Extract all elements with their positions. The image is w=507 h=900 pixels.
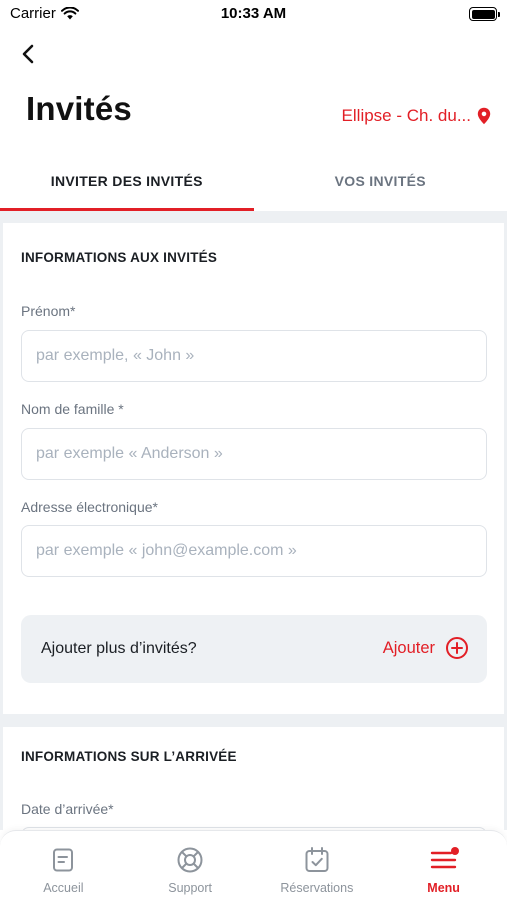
form-content[interactable]: INFORMATIONS AUX INVITÉS Prénom* Nom de …	[0, 211, 507, 830]
guest-info-section-title: INFORMATIONS AUX INVITÉS	[21, 250, 218, 265]
add-guest-button[interactable]: Ajouter	[383, 636, 469, 660]
nav-label-home: Accueil	[43, 881, 84, 895]
arrival-date-label: Date d’arrivée*	[21, 801, 114, 817]
add-more-guests-question: Ajouter plus d’invités?	[41, 640, 197, 657]
calendar-check-icon	[302, 845, 332, 875]
page-title: Invités	[26, 90, 132, 127]
nav-item-reservations[interactable]: Réservations	[254, 831, 381, 900]
add-guest-label: Ajouter	[382, 638, 435, 657]
arrival-info-card: INFORMATIONS SUR L’ARRIVÉE Date d’arrivé…	[3, 727, 504, 830]
nav-label-support: Support	[168, 881, 213, 895]
bottom-nav: Accueil Support Réservations Menu	[0, 830, 507, 900]
menu-icon	[429, 845, 459, 875]
nav-label-reservations: Réservations	[280, 881, 354, 895]
add-more-guests-panel: Ajouter plus d’invités? Ajouter	[21, 615, 487, 683]
nav-item-support[interactable]: Support	[127, 831, 254, 900]
location-label: Ellipse - Ch. du...	[341, 106, 471, 125]
nav-item-home[interactable]: Accueil	[0, 831, 127, 900]
first-name-input[interactable]	[21, 330, 487, 382]
email-input[interactable]	[21, 525, 487, 577]
arrival-info-section-title: INFORMATIONS SUR L’ARRIVÉE	[21, 749, 237, 764]
back-button[interactable]	[14, 40, 42, 68]
status-bar: Carrier 10:33 AM	[0, 0, 507, 30]
last-name-input[interactable]	[21, 428, 487, 480]
nav-label-menu: Menu	[427, 881, 460, 895]
tab-bar: INVITER DES INVITÉS VOS INVITÉS	[0, 150, 507, 212]
guest-info-card: INFORMATIONS AUX INVITÉS Prénom* Nom de …	[3, 223, 504, 714]
document-icon	[48, 845, 78, 875]
nav-item-menu[interactable]: Menu	[380, 831, 507, 900]
location-selector[interactable]: Ellipse - Ch. du...	[342, 106, 491, 126]
email-label: Adresse électronique*	[21, 499, 158, 515]
plus-circle-icon	[446, 637, 468, 659]
tab-your-guests[interactable]: VOS INVITÉS	[254, 150, 507, 212]
first-name-label: Prénom*	[21, 303, 76, 319]
chevron-left-icon	[22, 44, 34, 64]
lifebuoy-icon	[175, 845, 205, 875]
tab-invite-guests[interactable]: INVITER DES INVITÉS	[0, 150, 254, 212]
status-time: 10:33 AM	[220, 5, 287, 22]
map-pin-icon	[477, 107, 491, 125]
last-name-label: Nom de famille *	[21, 401, 124, 417]
battery-icon	[469, 7, 500, 21]
